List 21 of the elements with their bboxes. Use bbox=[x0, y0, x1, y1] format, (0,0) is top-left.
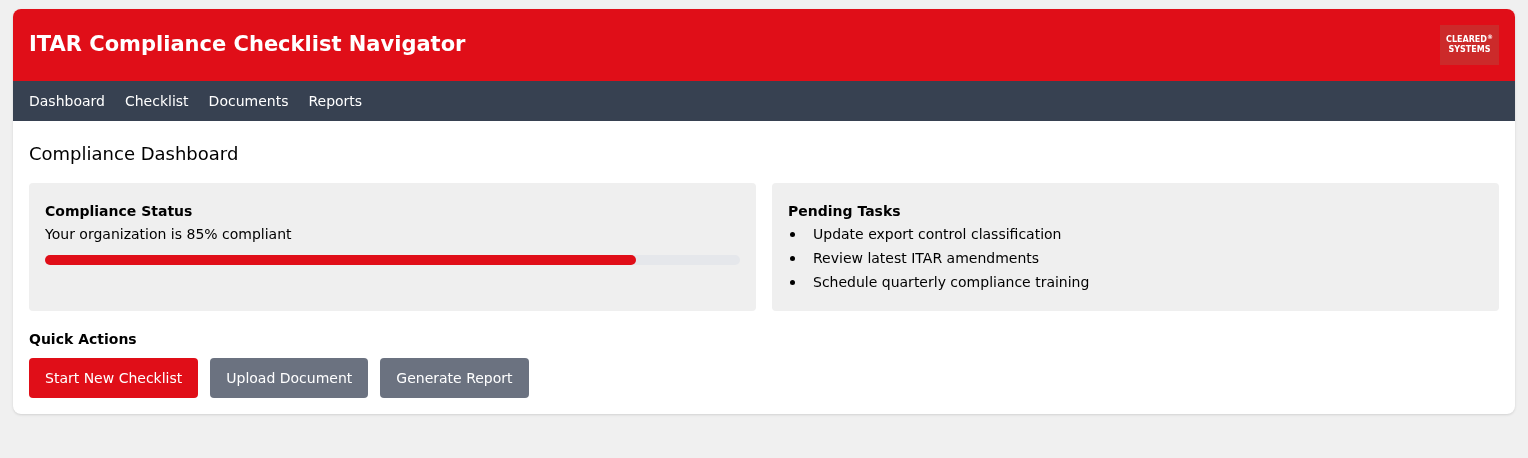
nav-link[interactable]: Dashboard bbox=[29, 90, 105, 112]
task-item: Update export control classification bbox=[813, 224, 1062, 244]
card-title: Pending Tasks bbox=[788, 202, 902, 221]
app-title: ITAR Compliance Checklist Navigator bbox=[29, 31, 466, 59]
task-item: Schedule quarterly compliance training bbox=[813, 272, 1090, 292]
status-text: Your organization is 85% compliant bbox=[45, 225, 293, 244]
nav-link[interactable]: Checklist bbox=[124, 90, 189, 112]
section-title: Quick Actions bbox=[29, 330, 138, 349]
nav-link[interactable]: Documents bbox=[208, 90, 289, 112]
action-button[interactable]: Start New Checklist bbox=[29, 358, 199, 398]
logo-text: SYSTEMS bbox=[1448, 45, 1491, 55]
logo-text: CLEARED$^{®}$ bbox=[1446, 35, 1493, 45]
page-title: Compliance Dashboard bbox=[29, 142, 240, 166]
task-item: Review latest ITAR amendments bbox=[813, 248, 1040, 268]
action-button[interactable]: Generate Report bbox=[380, 358, 529, 398]
card-title: Compliance Status bbox=[45, 202, 194, 221]
bullet-icon bbox=[790, 231, 795, 237]
action-button[interactable]: Upload Document bbox=[210, 358, 369, 398]
nav-link[interactable]: Reports bbox=[308, 90, 363, 112]
bullet-icon bbox=[790, 279, 795, 285]
bullet-icon bbox=[790, 255, 795, 261]
